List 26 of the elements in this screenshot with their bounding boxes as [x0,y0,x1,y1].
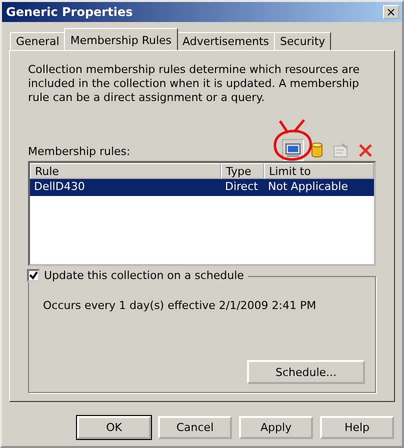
cylinder-icon [311,142,323,158]
properties-icon [333,142,349,158]
delete-icon [358,142,372,158]
close-button[interactable]: × [383,5,399,19]
dialog-button[interactable]: Apply [239,416,313,439]
description-text: Collection membership rules determine which resources are included in the collection when it is updated. A membership rule can be a direct assignment or a query. [28,63,360,105]
membership-rules-label: Membership rules: [28,145,130,158]
schedule-summary: Occurs every 1 day(s) effective 2/1/2009 2:41 PM [42,299,318,312]
dialog-button[interactable]: OK [77,416,151,439]
window-title: Generic Properties [6,5,133,19]
computer-icon [285,142,301,158]
list-row[interactable]: DellD430 Direct Not Applicable [30,179,374,196]
dialog-button[interactable]: Help [320,416,394,439]
schedule-checkbox-label: Update this collection on a schedule [44,269,244,282]
table-cell-text: Direct [224,179,259,195]
tab[interactable]: Membership Rules [64,28,178,50]
column-header[interactable]: Rule [30,163,221,179]
schedule-checkbox[interactable] [27,269,40,282]
table-cell-text: Not Applicable [267,179,349,195]
column-header[interactable]: Limit to [264,163,374,179]
table-cell-text: DellD430 [33,179,86,195]
tab[interactable]: Security [274,32,332,50]
dialog-button[interactable]: Cancel [158,416,232,439]
tab[interactable]: General [10,32,66,50]
schedule-button[interactable]: Schedule... [247,360,365,384]
column-header[interactable]: Type [221,163,264,179]
